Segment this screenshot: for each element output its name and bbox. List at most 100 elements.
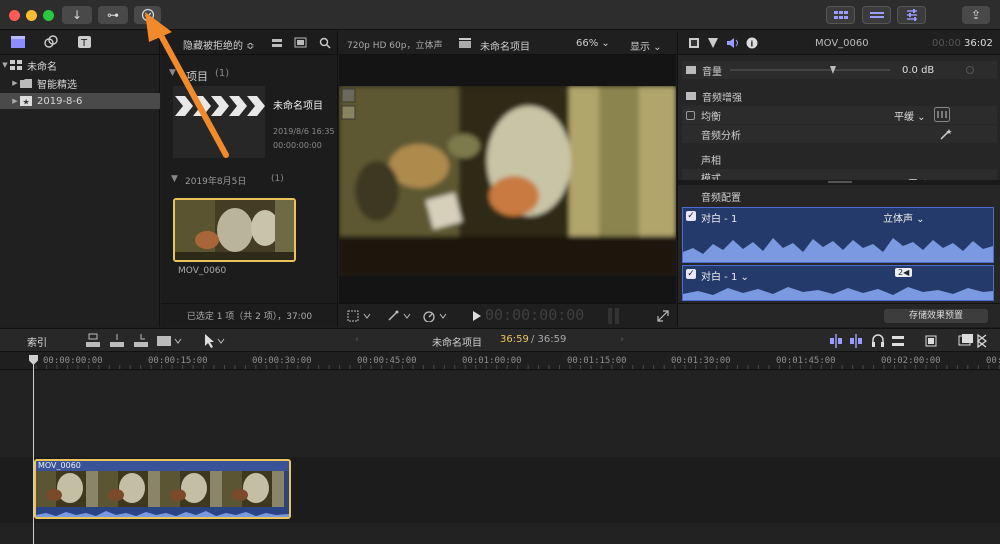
viewer-format: 720p HD 60p，立体声 [347, 41, 443, 51]
viewer-header: 720p HD 60p，立体声 未命名项目 66% ⌄ 显示 ⌄ [339, 31, 676, 55]
inspector-splitter[interactable] [678, 180, 1000, 185]
filter-popup[interactable]: 隐藏被拒绝的 ≎ [183, 37, 255, 52]
pan-mode-label: 模式 [701, 174, 721, 180]
timeline-duration: / 36:59 [531, 334, 567, 345]
clapperboard-icon[interactable] [10, 35, 26, 49]
close-window-button[interactable] [9, 10, 20, 21]
layout-inspector-toggle[interactable] [897, 6, 926, 24]
track2-channel-badge: 2◀ [895, 268, 913, 277]
fullscreen-icon[interactable] [657, 310, 669, 322]
section-disclosure-icon[interactable]: ▼ [169, 68, 176, 78]
eq-popup[interactable]: 平缓 ⌄ [894, 108, 926, 123]
ruler-tick-label: 00:00:45:00 [357, 356, 417, 366]
magic-wand-icon[interactable] [940, 128, 952, 140]
disclosure-open-icon[interactable]: ▼ [0, 61, 10, 69]
layout-timeline-toggle[interactable] [862, 6, 891, 24]
tool-select-icon[interactable] [202, 333, 228, 349]
skimming-icon[interactable] [830, 334, 842, 348]
keywords-button[interactable]: ⊶ [98, 6, 128, 24]
speed-menu-icon[interactable] [423, 310, 449, 322]
playhead[interactable] [33, 356, 34, 544]
audio-skimming-icon[interactable] [850, 334, 862, 348]
timeline-clip[interactable]: MOV_0060 [34, 459, 291, 519]
pan-mode-row: 模式 无 ⌃ [682, 169, 997, 180]
overwrite-clip-icon[interactable] [157, 336, 182, 346]
ruler-tick-label: 00:00:15:00 [148, 356, 208, 366]
share-icon: ⇪ [970, 8, 982, 22]
pan-header: 声相 [682, 150, 997, 168]
viewer-timecode[interactable]: 00:00:00:00 [485, 306, 584, 324]
eq-checkbox[interactable] [686, 110, 695, 120]
eq-row: 均衡 平缓 ⌄ [682, 106, 997, 124]
sidebar-item-event[interactable]: ▶ ★ 2019-8-6 [0, 93, 160, 109]
enhance-menu-icon[interactable] [387, 310, 413, 322]
browser-header: 隐藏被拒绝的 ≎ [161, 31, 338, 55]
track1-checkbox[interactable]: ✓ [686, 211, 696, 221]
keyframe-button[interactable] [966, 66, 974, 74]
library-row[interactable]: ▼ 未命名 [0, 57, 160, 73]
browser-status-bar: 已选定 1 项（共 2 项），37:00 [161, 303, 338, 327]
filmstrip-frame [222, 471, 284, 507]
save-preset-button[interactable]: 存储效果预置 [884, 309, 988, 323]
zoom-window-button[interactable] [43, 10, 54, 21]
layout-browser-toggle[interactable] [826, 6, 855, 24]
disclosure-closed-icon[interactable]: ▶ [10, 97, 20, 105]
photos-audio-icon[interactable] [43, 35, 59, 49]
zoom-popup[interactable]: 66% ⌄ [576, 38, 610, 49]
track2-waveform [683, 287, 993, 300]
project-thumbnail[interactable] [173, 86, 265, 158]
snapping-icon[interactable] [892, 336, 904, 346]
headphones-icon[interactable] [872, 334, 884, 347]
import-button[interactable]: ↓ [62, 6, 92, 24]
video-inspector-tab-icon[interactable] [688, 37, 700, 49]
color-inspector-tab-icon[interactable] [707, 37, 719, 49]
transform-menu-icon[interactable] [347, 310, 373, 322]
play-icon[interactable] [472, 310, 482, 322]
connect-clip-icon[interactable] [86, 333, 100, 347]
volume-value[interactable]: 0.0 dB [902, 65, 934, 76]
sidebar-item-label: 智能精选 [37, 79, 77, 91]
history-forward-icon[interactable]: › [620, 334, 624, 345]
timeline-layout-icon [869, 12, 884, 18]
history-back-icon[interactable]: ‹ [355, 334, 359, 345]
timeline-area[interactable]: MOV_0060 [0, 371, 1000, 544]
sidebar-item-smart-collections[interactable]: ▶ 智能精选 [0, 75, 160, 91]
filmstrip-toggle-icon[interactable] [271, 38, 283, 48]
minimize-window-button[interactable] [26, 10, 37, 21]
track1-channel-popup[interactable]: 立体声 ⌄ [883, 210, 925, 225]
clip-appearance-icon[interactable] [294, 37, 307, 48]
project-duration: 00:00:00:00 [273, 141, 322, 150]
timeline-ruler[interactable]: 00:00:00:00 00:00:15:00 00:00:30:00 00:0… [0, 352, 1000, 370]
viewer-project-name: 未命名项目 [480, 42, 530, 53]
section-icon [686, 92, 696, 100]
projects-count: (1) [215, 68, 230, 79]
info-icon[interactable]: i [746, 37, 758, 49]
clip-appearance-icon[interactable] [925, 335, 937, 347]
titles-generators-icon[interactable]: T [77, 35, 93, 49]
inspector-clip-name: MOV_0060 [815, 38, 869, 49]
track2-checkbox[interactable]: ✓ [686, 269, 696, 279]
eq-settings-icon[interactable] [934, 107, 950, 122]
transitions-browser-icon[interactable] [977, 333, 987, 349]
video-frame[interactable] [339, 86, 676, 276]
insert-clip-icon[interactable] [110, 334, 124, 347]
check-circle-icon [141, 8, 154, 22]
track2-label[interactable]: 对白 - 1 ⌄ [701, 268, 749, 283]
disclosure-closed-icon[interactable]: ▶ [10, 79, 20, 87]
clip-thumbnail[interactable] [173, 198, 296, 262]
audio-component-1[interactable]: ✓ 对白 - 1 立体声 ⌄ [682, 207, 994, 263]
search-icon[interactable] [319, 37, 331, 49]
volume-slider-track[interactable] [730, 69, 890, 71]
speaker-icon[interactable] [726, 37, 740, 49]
selection-status: 已选定 1 项（共 2 项），37:00 [186, 312, 313, 322]
timeline-clip-name: MOV_0060 [38, 461, 81, 470]
inspector-header: i MOV_0060 00:00 36:02 [678, 31, 1000, 55]
index-button[interactable]: 索引 [27, 334, 47, 349]
display-popup[interactable]: 显示 ⌄ [630, 38, 662, 53]
section-disclosure-icon[interactable]: ▼ [171, 174, 178, 184]
append-clip-icon[interactable] [134, 334, 148, 347]
audio-component-2[interactable]: ✓ 对白 - 1 ⌄ 2◀ [682, 265, 994, 301]
share-button[interactable]: ⇪ [962, 6, 990, 24]
background-tasks-button[interactable] [134, 6, 161, 24]
effects-browser-icon[interactable] [958, 334, 973, 346]
